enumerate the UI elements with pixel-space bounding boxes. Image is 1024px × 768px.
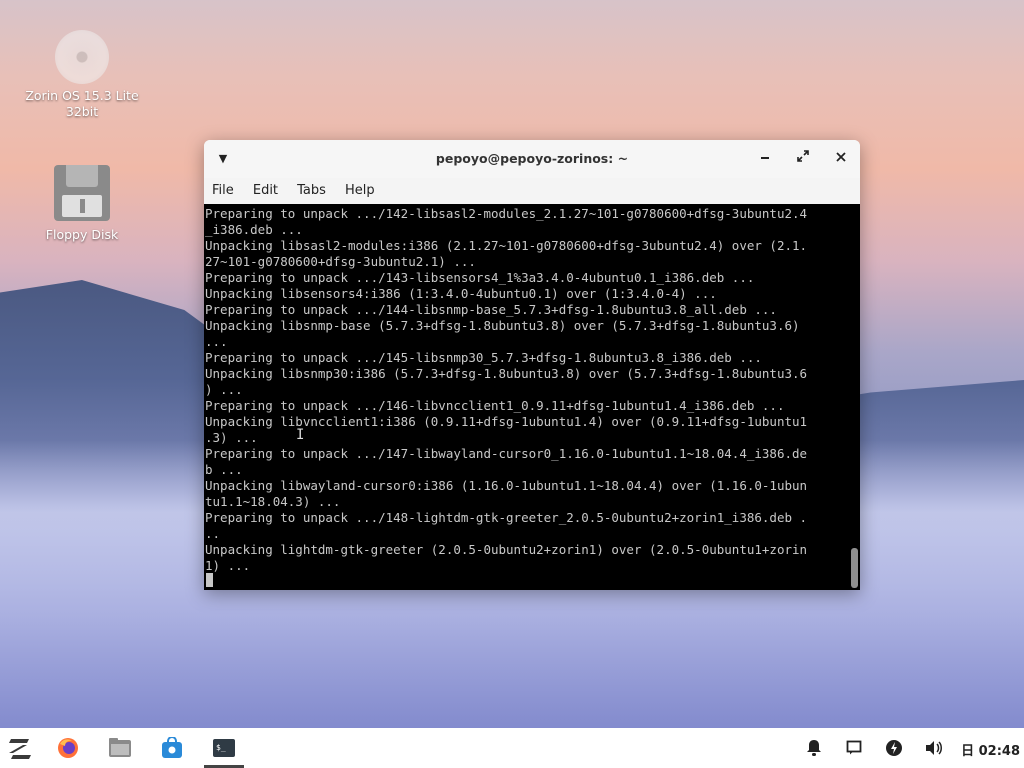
terminal-line: .3) ... xyxy=(205,430,258,445)
text-cursor-icon: I xyxy=(296,427,305,443)
clock-prefix: 日 xyxy=(961,744,975,759)
menu-file[interactable]: File xyxy=(212,178,234,204)
minimize-icon[interactable] xyxy=(754,148,776,170)
terminal-line: Unpacking libsnmp30:i386 (5.7.3+dfsg-1.8… xyxy=(205,366,808,381)
bell-icon[interactable] xyxy=(794,728,834,768)
terminal-line: Unpacking libsensors4:i386 (1:3.4.0-4ubu… xyxy=(205,286,717,301)
menu-help[interactable]: Help xyxy=(345,178,375,204)
terminal-line: .. xyxy=(205,526,221,541)
desktop-icon-label: Floppy Disk xyxy=(45,227,119,242)
desktop-icon-label: Zorin OS 15.3 Lite xyxy=(25,88,139,103)
terminal-line: 1) ... xyxy=(205,558,251,573)
terminal-line: Unpacking libwayland-cursor0:i386 (1.16.… xyxy=(205,478,808,493)
terminal-line: _i386.deb ... xyxy=(205,222,303,237)
terminal-line: Preparing to unpack .../147-libwayland-c… xyxy=(205,446,808,461)
floppy-disk-icon xyxy=(54,165,110,221)
terminal-line: ) ... xyxy=(205,382,243,397)
terminal-line: 27~101-g0780600+dfsg-3ubuntu2.1) ... xyxy=(205,254,476,269)
firefox-icon[interactable] xyxy=(48,728,88,768)
terminal-line: Unpacking libsnmp-base (5.7.3+dfsg-1.8ub… xyxy=(205,318,800,333)
terminal-line: Preparing to unpack .../146-libvncclient… xyxy=(205,398,785,413)
terminal-text: Preparing to unpack .../142-libsasl2-mod… xyxy=(204,204,860,574)
files-icon[interactable] xyxy=(100,728,140,768)
clock-time: 02:48 xyxy=(978,744,1020,759)
terminal-output[interactable]: Preparing to unpack .../142-libsasl2-mod… xyxy=(204,204,860,590)
menu-edit[interactable]: Edit xyxy=(253,178,278,204)
maximize-icon[interactable] xyxy=(792,148,814,170)
terminal-cursor xyxy=(206,573,213,587)
software-store-icon[interactable] xyxy=(152,728,192,768)
power-icon[interactable] xyxy=(874,728,914,768)
terminal-scrollbar[interactable] xyxy=(851,548,858,588)
desktop-icon-zorin-os[interactable]: Zorin OS 15.3 Lite 32bit xyxy=(22,30,142,120)
volume-icon[interactable] xyxy=(914,728,954,768)
terminal-icon[interactable]: $_ xyxy=(204,728,244,768)
terminal-line: ... xyxy=(205,334,228,349)
desktop-icon-label-line2: 32bit xyxy=(65,104,99,119)
menu-tabs[interactable]: Tabs xyxy=(297,178,326,204)
terminal-line: Unpacking lightdm-gtk-greeter (2.0.5-0ub… xyxy=(205,542,808,557)
disc-icon xyxy=(55,30,109,84)
message-icon[interactable] xyxy=(834,728,874,768)
terminal-line: tu1.1~18.04.3) ... xyxy=(205,494,341,509)
terminal-line: Preparing to unpack .../145-libsnmp30_5.… xyxy=(205,350,762,365)
terminal-line: Unpacking libsasl2-modules:i386 (2.1.27~… xyxy=(205,238,808,253)
terminal-window: ▼ pepoyo@pepoyo-zorinos: ~ File Edit Tab… xyxy=(204,140,860,590)
menu-bar: File Edit Tabs Help xyxy=(204,178,860,204)
terminal-line: Preparing to unpack .../144-libsnmp-base… xyxy=(205,302,777,317)
terminal-line: Preparing to unpack .../143-libsensors4_… xyxy=(205,270,755,285)
close-icon[interactable] xyxy=(830,148,852,170)
desktop-icon-floppy-disk[interactable]: Floppy Disk xyxy=(22,165,142,243)
terminal-line: Preparing to unpack .../148-lightdm-gtk-… xyxy=(205,510,808,525)
terminal-line: b ... xyxy=(205,462,243,477)
clock[interactable]: 日 02:48 xyxy=(961,740,1020,759)
svg-text:$_: $_ xyxy=(216,743,226,752)
zorin-menu-icon[interactable] xyxy=(0,728,40,768)
taskbar: $_ 日 02:48 xyxy=(0,728,1024,768)
window-titlebar[interactable]: ▼ pepoyo@pepoyo-zorinos: ~ xyxy=(204,140,860,178)
terminal-line: Preparing to unpack .../142-libsasl2-mod… xyxy=(205,206,808,221)
